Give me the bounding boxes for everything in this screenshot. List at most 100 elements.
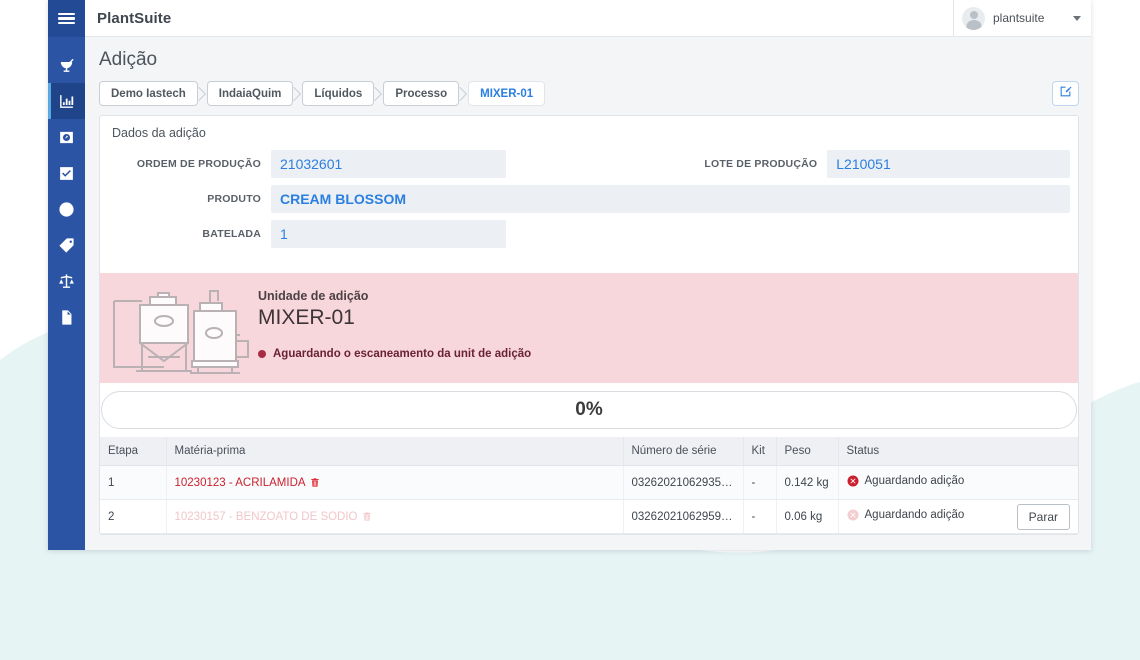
edit-button[interactable] [1052,81,1079,106]
sidebar-item-tag[interactable] [48,227,85,263]
dados-section-title: Dados da adição [112,126,206,140]
unidade-de-adicao-caption: Unidade de adição [258,289,369,303]
balance-scale-icon [58,273,75,290]
tag-icon [58,237,75,254]
table-row[interactable]: 1 10230123 - ACRILAMIDA 0326202106293566… [100,465,1078,500]
content-area: Dados da adição ORDEM DE PRODUÇÃO 210326… [85,115,1091,550]
materia-prima-link[interactable]: 10230123 - ACRILAMIDA [175,477,320,489]
status-label: Aguardando adição [864,509,965,521]
mixer-tanks-illustration [100,273,252,383]
row-ordem-lote: ORDEM DE PRODUÇÃO 21032601 LOTE DE PRODU… [110,150,1071,178]
cell-status: Aguardando adição [838,465,1078,500]
error-circle-icon [847,509,859,521]
breadcrumb: Demo Iastech IndaiaQuim Líquidos Process… [99,81,546,106]
breadcrumb-item-indaiaquim[interactable]: IndaiaQuim [206,81,294,106]
page-title: Adição [99,49,158,70]
scale-gauge-icon [58,129,75,146]
cell-status: Aguardando adição Parar [838,499,1078,534]
screenshot-root: PlantSuite plantsuite Adição Demo Iastec… [0,0,1140,660]
column-header-kit: Kit [743,437,777,466]
cell-kit: - [743,499,777,534]
sidebar-item-mortar-pestle[interactable] [48,47,85,83]
status-dot-icon [258,350,266,358]
sidebar-item-document[interactable] [48,299,85,335]
app-brand: PlantSuite [97,9,172,27]
produto-label: PRODUTO [207,193,261,205]
column-header-materia-prima: Matéria-prima [166,437,624,466]
column-header-peso: Peso [776,437,839,466]
row-spacer [506,220,1070,248]
breadcrumb-item-demo-iastech[interactable]: Demo Iastech [99,81,198,106]
plus-circle-icon [58,201,75,218]
sidebar [48,0,85,550]
batelada-label: BATELADA [202,228,261,240]
column-header-status: Status [838,437,1078,466]
unidade-de-adicao-name: MIXER-01 [258,306,355,329]
dados-da-adicao-section: Dados da adição ORDEM DE PRODUÇÃO 210326… [100,116,1078,269]
main-area: PlantSuite plantsuite Adição Demo Iastec… [85,0,1091,550]
ordem-de-producao-label: ORDEM DE PRODUÇÃO [136,158,261,170]
sidebar-item-scale-gauge[interactable] [48,119,85,155]
batelada-value[interactable]: 1 [271,220,506,248]
unit-status: Aguardando o escaneamento da unit de adi… [258,348,531,360]
breadcrumb-item-liquidos[interactable]: Líquidos [302,81,375,106]
unit-status-text: Aguardando o escaneamento da unit de adi… [273,348,532,360]
app-window: PlantSuite plantsuite Adição Demo Iastec… [48,0,1091,550]
table-body: 1 10230123 - ACRILAMIDA 0326202106293566… [100,465,1078,534]
cell-kit: - [743,465,777,500]
lote-de-producao-label: LOTE DE PRODUÇÃO [704,158,818,170]
materias-primas-table: Etapa Matéria-prima Número de série Kit … [100,437,1078,534]
error-circle-icon [847,475,859,487]
cell-materia-prima: 10230157 - BENZOATO DE SODIO [166,499,624,534]
row-spacer [506,150,676,178]
ordem-de-producao-value[interactable]: 21032601 [271,150,506,178]
progress-percent-label: 0% [575,399,603,420]
lote-de-producao-value[interactable]: L210051 [827,150,1071,178]
parar-button[interactable]: Parar [1016,503,1070,530]
mortar-pestle-icon [58,57,75,74]
materia-prima-label: 10230123 - ACRILAMIDA [174,476,306,489]
cell-materia-prima: 10230123 - ACRILAMIDA [166,465,624,500]
unit-text-block: Unidade de adição MIXER-01 Aguardando o … [252,273,531,383]
progress-bar: 0% [101,391,1077,429]
checkbox-icon [58,165,75,182]
materia-prima-link[interactable]: 10230157 - BENZOATO DE SODIO [175,511,372,523]
sidebar-item-balance-scale[interactable] [48,263,85,299]
status-label: Aguardando adição [864,475,965,487]
top-bar: PlantSuite plantsuite [85,0,1091,37]
table-header-row: Etapa Matéria-prima Número de série Kit … [100,437,1078,466]
table-row[interactable]: 2 10230157 - BENZOATO DE SODIO 032620210… [100,499,1078,534]
sidebar-item-checkbox[interactable] [48,155,85,191]
cell-etapa: 2 [100,499,167,534]
sidebar-item-add[interactable] [48,191,85,227]
document-icon [58,309,75,326]
status-badge: Aguardando adição [847,509,965,521]
breadcrumb-item-processo[interactable]: Processo [383,81,460,106]
trash-icon[interactable] [362,511,372,522]
breadcrumb-item-mixer-01[interactable]: MIXER-01 [468,81,546,106]
cell-numero-de-serie: 03262021062959059130 [623,499,744,534]
status-badge: Aguardando adição [847,475,965,487]
user-name-label: plantsuite [993,11,1045,25]
cell-etapa: 1 [100,465,167,500]
cell-numero-de-serie: 03262021062935662107 [623,465,744,500]
menu-bar [58,21,75,25]
chevron-down-icon [1073,15,1081,21]
user-menu[interactable]: plantsuite [953,0,1091,37]
sidebar-items [48,37,85,335]
hamburger-menu-icon[interactable] [48,0,85,37]
cell-peso: 0.142 kg [776,465,839,500]
progress-section: 0% [100,383,1078,437]
produto-value[interactable]: CREAM BLOSSOM [271,185,1070,213]
cell-peso: 0.06 kg [776,499,839,534]
materia-prima-label: 10230157 - BENZOATO DE SODIO [174,510,358,523]
table-header: Etapa Matéria-prima Número de série Kit … [100,437,1078,466]
user-avatar-icon [962,6,985,30]
breadcrumb-bar: Demo Iastech IndaiaQuim Líquidos Process… [85,77,1091,115]
sidebar-item-bar-chart[interactable] [48,83,85,119]
edit-square-icon [1059,85,1072,103]
adicao-card: Dados da adição ORDEM DE PRODUÇÃO 210326… [99,115,1079,535]
trash-icon[interactable] [310,477,320,488]
bar-chart-icon [58,93,75,110]
page-header: Adição [85,37,1091,77]
